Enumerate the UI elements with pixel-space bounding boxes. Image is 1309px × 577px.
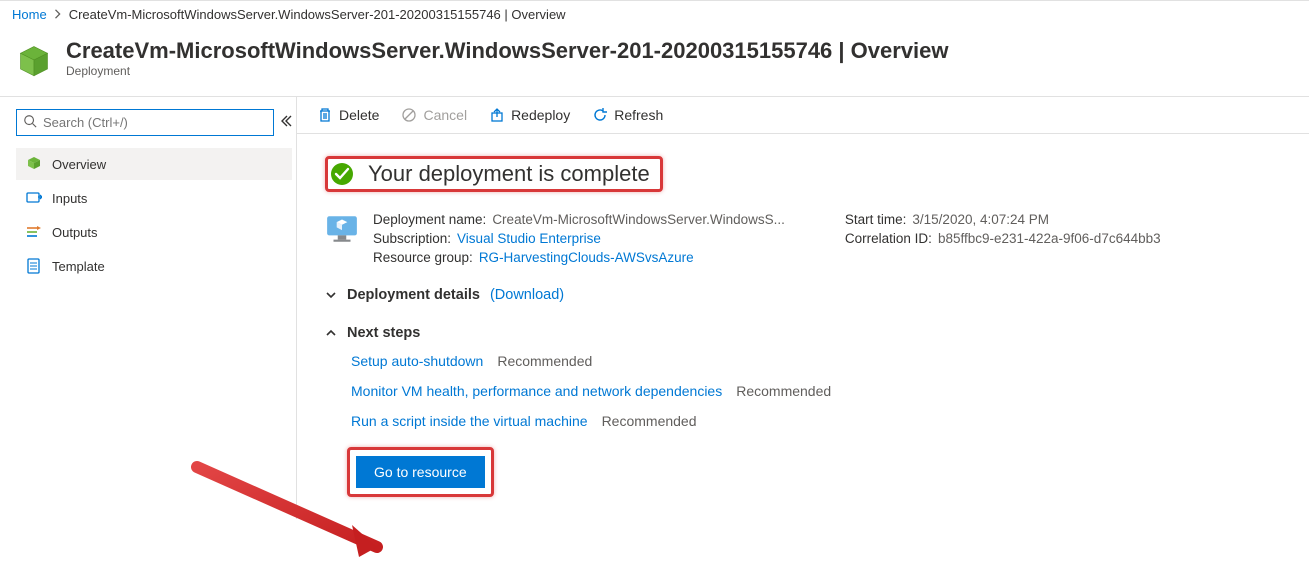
kv-label: Correlation ID: <box>845 231 932 246</box>
download-link[interactable]: (Download) <box>490 287 564 303</box>
next-steps-list: Setup auto-shutdown Recommended Monitor … <box>351 353 1281 429</box>
resource-group-link[interactable]: RG-HarvestingClouds-AWSvsAzure <box>479 250 694 265</box>
next-step-item: Setup auto-shutdown Recommended <box>351 353 1281 369</box>
kv-label: Start time: <box>845 212 907 227</box>
redeploy-icon <box>489 107 505 123</box>
cmd-label: Delete <box>339 107 379 123</box>
next-steps-section[interactable]: Next steps <box>325 325 1281 341</box>
recommended-tag: Recommended <box>736 383 831 399</box>
sidebar-item-overview[interactable]: Overview <box>16 148 292 180</box>
cancel-button: Cancel <box>401 107 467 123</box>
sidebar-item-template[interactable]: Template <box>16 250 292 282</box>
trash-icon <box>317 107 333 123</box>
kv-value: CreateVm-MicrosoftWindowsServer.WindowsS… <box>492 212 785 227</box>
cmd-label: Cancel <box>423 107 467 123</box>
redeploy-button[interactable]: Redeploy <box>489 107 570 123</box>
page-header: CreateVm-MicrosoftWindowsServer.WindowsS… <box>0 28 1309 97</box>
cmd-label: Refresh <box>614 107 663 123</box>
deployment-status: Your deployment is complete <box>325 156 663 192</box>
deployment-icon <box>16 42 52 78</box>
sidebar-item-outputs[interactable]: Outputs <box>16 216 292 248</box>
overview-icon <box>26 156 42 172</box>
collapse-sidebar-icon[interactable] <box>280 115 292 130</box>
sidebar-item-label: Overview <box>52 157 106 172</box>
sidebar-item-inputs[interactable]: Inputs <box>16 182 292 214</box>
search-input-wrapper[interactable] <box>16 109 274 136</box>
deployment-details-section[interactable]: Deployment details (Download) <box>325 287 1281 303</box>
kv-label: Deployment name: <box>373 212 486 227</box>
go-to-resource-highlight: Go to resource <box>347 447 494 497</box>
kv-value: 3/15/2020, 4:07:24 PM <box>912 212 1049 227</box>
chevron-up-icon <box>325 327 337 339</box>
recommended-tag: Recommended <box>602 413 697 429</box>
go-to-resource-button[interactable]: Go to resource <box>356 456 485 488</box>
deployment-details-block: Deployment name: CreateVm-MicrosoftWindow… <box>325 212 1281 265</box>
breadcrumb-home[interactable]: Home <box>12 7 47 22</box>
page-title: CreateVm-MicrosoftWindowsServer.WindowsS… <box>66 38 949 64</box>
kv-value: b85ffbc9-e231-422a-9f06-d7c644bb3 <box>938 231 1161 246</box>
chevron-right-icon <box>53 7 63 22</box>
refresh-button[interactable]: Refresh <box>592 107 663 123</box>
next-step-item: Monitor VM health, performance and netwo… <box>351 383 1281 399</box>
sidebar: Overview Inputs Outputs Template <box>0 97 296 519</box>
subscription-link[interactable]: Visual Studio Enterprise <box>457 231 601 246</box>
recommended-tag: Recommended <box>497 353 592 369</box>
template-icon <box>26 258 42 274</box>
monitor-icon <box>325 212 359 246</box>
status-message: Your deployment is complete <box>368 161 650 187</box>
section-title: Deployment details <box>347 287 480 303</box>
outputs-icon <box>26 224 42 240</box>
search-input[interactable] <box>43 115 267 130</box>
command-bar: Delete Cancel Redeploy Refresh <box>297 97 1309 134</box>
breadcrumb-current: CreateVm-MicrosoftWindowsServer.WindowsS… <box>69 7 566 22</box>
breadcrumb: Home CreateVm-MicrosoftWindowsServer.Win… <box>0 0 1309 28</box>
cancel-icon <box>401 107 417 123</box>
kv-label: Subscription: <box>373 231 451 246</box>
page-subtitle: Deployment <box>66 64 949 78</box>
sidebar-item-label: Inputs <box>52 191 87 206</box>
next-step-link[interactable]: Monitor VM health, performance and netwo… <box>351 383 722 399</box>
success-check-icon <box>330 162 354 186</box>
next-step-link[interactable]: Setup auto-shutdown <box>351 353 483 369</box>
inputs-icon <box>26 190 42 206</box>
search-icon <box>23 114 37 131</box>
chevron-down-icon <box>325 289 337 301</box>
next-step-link[interactable]: Run a script inside the virtual machine <box>351 413 588 429</box>
kv-label: Resource group: <box>373 250 473 265</box>
sidebar-item-label: Template <box>52 259 105 274</box>
delete-button[interactable]: Delete <box>317 107 379 123</box>
next-step-item: Run a script inside the virtual machine … <box>351 413 1281 429</box>
section-title: Next steps <box>347 325 420 341</box>
sidebar-item-label: Outputs <box>52 225 98 240</box>
cmd-label: Redeploy <box>511 107 570 123</box>
refresh-icon <box>592 107 608 123</box>
